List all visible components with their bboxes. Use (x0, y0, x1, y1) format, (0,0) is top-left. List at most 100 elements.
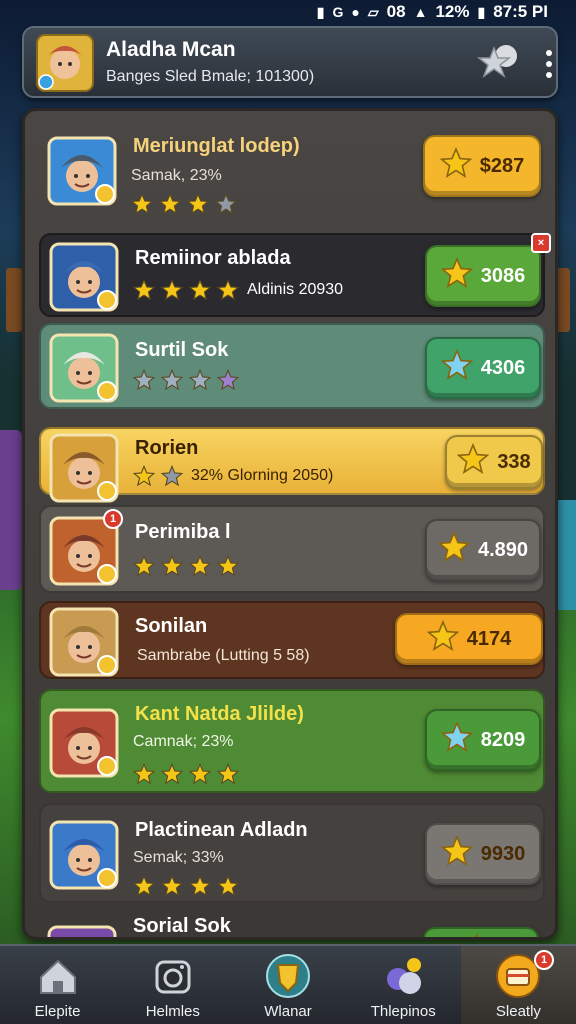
leaderboard-row[interactable]: Kant Natda Jlilde) Camnak; 23% 8209 (39, 689, 545, 793)
player-avatar-icon[interactable] (49, 333, 119, 403)
player-name: Remiinor ablada (135, 247, 291, 269)
star-filled-icon (188, 874, 212, 897)
star-icon (440, 834, 474, 873)
nav-item-home[interactable]: Elepite (0, 946, 115, 1024)
nav-label: Sleatly (495, 1003, 541, 1020)
star-icon (456, 442, 490, 481)
star-rating (130, 192, 238, 215)
signal-icon: ▱ (367, 3, 379, 20)
nav-item-camera[interactable]: Helmles (115, 946, 230, 1024)
leaderboard-row[interactable]: Meriunglat lodep) Samak, 23% $287 (39, 123, 545, 219)
score-value: 3086 (480, 264, 526, 287)
g-icon: G (332, 4, 344, 20)
star-filled-icon (160, 278, 184, 301)
star-filled-icon (132, 464, 156, 487)
star-icon (440, 720, 474, 759)
nav-item-orbs[interactable]: Thlepinos (346, 946, 461, 1024)
score-button[interactable]: 4306 (425, 337, 541, 399)
leaderboard-row[interactable]: Surtil Sok 4306 (39, 323, 545, 409)
star-filled-icon (188, 554, 212, 577)
orbs-icon (387, 958, 422, 994)
score-button[interactable]: 4174 (395, 613, 543, 665)
star-filled-icon (188, 278, 212, 301)
player-avatar-icon[interactable] (49, 607, 119, 677)
battery-icon: ▮ (477, 3, 486, 20)
more-vertical-icon[interactable] (542, 46, 556, 82)
notification-badge: 1 (103, 509, 123, 529)
star-empty-icon (214, 192, 238, 215)
score-button[interactable]: $287 (423, 135, 541, 197)
score-value: 9930 (480, 842, 526, 865)
star-rating (132, 278, 240, 301)
star-rating (132, 368, 240, 391)
player-stats: 32% Glorning 2050) (191, 467, 334, 484)
leaderboard-row[interactable]: Sonilan Sambrabe (Lutting 5 58) 4174 (39, 601, 545, 679)
player-stats: Sambrabe (Lutting 5 58) (137, 647, 310, 664)
star-filled-icon (158, 192, 182, 215)
score-button[interactable]: 338 (445, 435, 543, 489)
score-value: $287 (479, 154, 525, 177)
profile-header: Aladha Mcan Banges Sled Bmale; 101300) (22, 26, 558, 98)
camera-icon (155, 960, 191, 994)
score-button[interactable]: 4.890 (425, 519, 541, 581)
nav-label: Wlanar (264, 1003, 312, 1020)
rating-line: 32% Glorning 2050) (132, 464, 334, 487)
player-avatar-icon[interactable] (49, 708, 119, 778)
star-empty-icon (160, 464, 184, 487)
star-filled-icon (216, 554, 240, 577)
nav-item-chest[interactable]: Sleatly 1 (460, 946, 576, 1024)
player-avatar-icon[interactable] (36, 34, 94, 92)
rating-line: Sambrabe (Lutting 5 58) (133, 647, 310, 665)
rating-line: Aldinis 20930 (132, 278, 344, 301)
bottom-navigation: Elepite Helmles Wlanar Thlepinos Sleatly 1 (0, 944, 576, 1024)
star-favorite-icon[interactable] (476, 42, 520, 86)
background-post-left (6, 268, 22, 332)
star-filled-icon (186, 192, 210, 215)
star-icon (439, 146, 473, 185)
player-name: Rorien (135, 437, 199, 459)
leaderboard-row[interactable]: Remiinor ablada Aldinis 20930 3086 × (39, 233, 551, 317)
player-avatar-icon[interactable] (47, 136, 117, 206)
leaderboard-row[interactable]: 1 Perimiba l 4.890 (39, 505, 545, 593)
star-filled-icon (216, 278, 240, 301)
player-avatar-icon[interactable] (49, 242, 119, 312)
star-filled-icon (188, 762, 212, 785)
score-value: 8209 (480, 728, 526, 751)
star-filled-icon (132, 874, 156, 897)
close-icon[interactable]: × (531, 233, 551, 253)
player-avatar-icon[interactable] (47, 925, 117, 940)
nav-label: Thlepinos (370, 1003, 436, 1020)
status-bar: ▮ G ● ▱ 08 ▲ 12% ▮ 87:5 PI (0, 0, 576, 24)
leaderboard-panel: Meriunglat lodep) Samak, 23% $287 Remiinor… (22, 108, 558, 940)
star-filled-icon (188, 368, 212, 391)
star-rating (132, 554, 240, 577)
star-filled-icon (216, 762, 240, 785)
rating-line (132, 368, 240, 391)
star-filled-icon (216, 874, 240, 897)
player-avatar-icon[interactable] (49, 433, 119, 503)
score-button[interactable]: 3086 (425, 245, 541, 307)
score-value: 4174 (466, 627, 512, 650)
score-button[interactable]: 8209 (425, 709, 541, 771)
score-value: 4306 (480, 356, 526, 379)
background-house-left (0, 430, 22, 590)
leaderboard-row[interactable]: Rorien 32% Glorning 2050) 338 (39, 427, 545, 503)
score-button[interactable]: 9930 (425, 823, 541, 885)
rating-line (130, 192, 238, 215)
player-subtitle: Banges Sled Bmale; 101300) (106, 68, 315, 85)
home-icon (39, 959, 76, 994)
score-value: 338 (497, 450, 531, 473)
leaderboard-row[interactable]: Sorial Sok (39, 905, 545, 940)
nav-item-shield[interactable]: Wlanar (230, 946, 345, 1024)
score-button[interactable] (423, 927, 539, 937)
player-name: Sorial Sok (133, 915, 231, 937)
player-avatar-icon[interactable] (49, 820, 119, 890)
player-stats: Aldinis 20930 (247, 281, 344, 298)
leaderboard-row[interactable]: Plactinean Adladn Semak; 33% 9930 (39, 803, 545, 903)
star-filled-icon (132, 762, 156, 785)
nav-label: Helmles (145, 1003, 200, 1020)
player-name: Perimiba l (135, 521, 231, 543)
shield-icon (266, 954, 310, 998)
player-name: Meriunglat lodep) (133, 135, 300, 157)
player-name: Kant Natda Jlilde) (135, 703, 304, 725)
